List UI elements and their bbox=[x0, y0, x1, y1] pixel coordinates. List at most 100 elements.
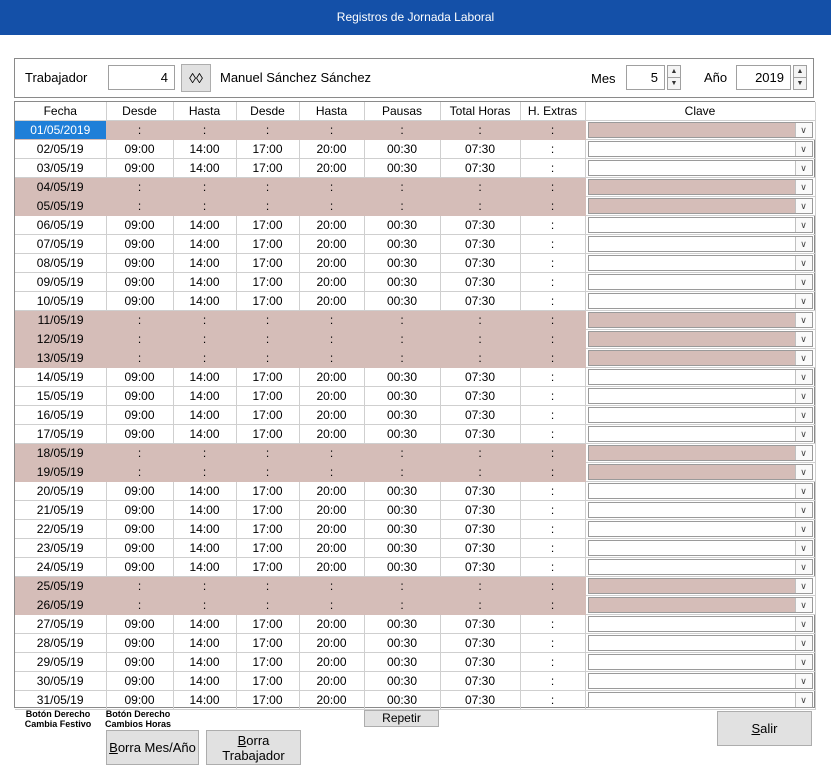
cell-desde-1[interactable]: 09:00 bbox=[106, 234, 174, 254]
cell-h-extras[interactable]: : bbox=[520, 443, 586, 463]
cell-total-horas[interactable]: 07:30 bbox=[440, 272, 521, 292]
cell-total-horas[interactable]: : bbox=[440, 196, 521, 216]
cell-desde-1[interactable]: 09:00 bbox=[106, 500, 174, 520]
cell-desde-2[interactable]: 17:00 bbox=[236, 139, 300, 159]
cell-hasta-1[interactable]: 14:00 bbox=[173, 500, 237, 520]
clave-dropdown[interactable]: ∨ bbox=[587, 615, 813, 632]
cell-h-extras[interactable]: : bbox=[520, 424, 586, 444]
month-field[interactable]: 5 bbox=[626, 65, 665, 90]
cell-clave[interactable]: ∨ bbox=[585, 462, 816, 482]
cell-h-extras[interactable]: : bbox=[520, 614, 586, 634]
chevron-down-icon[interactable]: ∨ bbox=[794, 350, 812, 365]
cell-hasta-1[interactable]: 14:00 bbox=[173, 272, 237, 292]
cell-desde-1[interactable]: : bbox=[106, 595, 174, 615]
clave-dropdown[interactable]: ∨ bbox=[587, 558, 813, 575]
borra-trabajador-button[interactable]: Borra Trabajador bbox=[206, 730, 301, 765]
chevron-down-icon[interactable]: ∨ bbox=[794, 673, 812, 688]
cell-hasta-2[interactable]: 20:00 bbox=[299, 253, 365, 273]
cell-total-horas[interactable]: 07:30 bbox=[440, 386, 521, 406]
spin-down-icon[interactable]: ▼ bbox=[668, 78, 680, 90]
clave-dropdown[interactable]: ∨ bbox=[587, 387, 813, 404]
chevron-down-icon[interactable]: ∨ bbox=[794, 540, 812, 555]
chevron-down-icon[interactable]: ∨ bbox=[794, 597, 812, 612]
cell-fecha[interactable]: 22/05/19 bbox=[15, 519, 107, 539]
cell-hasta-1[interactable]: 14:00 bbox=[173, 538, 237, 558]
cell-hasta-1[interactable]: 14:00 bbox=[173, 158, 237, 178]
cell-pausas[interactable]: 00:30 bbox=[364, 557, 441, 577]
cell-pausas[interactable]: : bbox=[364, 348, 441, 368]
cell-clave[interactable]: ∨ bbox=[585, 652, 816, 672]
cell-desde-1[interactable]: 09:00 bbox=[106, 519, 174, 539]
cell-total-horas[interactable]: 07:30 bbox=[440, 538, 521, 558]
clave-dropdown[interactable]: ∨ bbox=[587, 292, 813, 309]
cell-clave[interactable]: ∨ bbox=[585, 348, 816, 368]
borra-mes-ano-button[interactable]: Borra Mes/Año bbox=[106, 730, 199, 765]
chevron-down-icon[interactable]: ∨ bbox=[794, 160, 812, 175]
cell-fecha[interactable]: 11/05/19 bbox=[15, 310, 107, 330]
cell-hasta-2[interactable]: : bbox=[299, 576, 365, 596]
cell-clave[interactable]: ∨ bbox=[585, 576, 816, 596]
cell-fecha[interactable]: 12/05/19 bbox=[15, 329, 107, 349]
chevron-down-icon[interactable]: ∨ bbox=[794, 141, 812, 156]
cell-desde-2[interactable]: 17:00 bbox=[236, 538, 300, 558]
chevron-down-icon[interactable]: ∨ bbox=[794, 217, 812, 232]
cell-h-extras[interactable]: : bbox=[520, 500, 586, 520]
cell-pausas[interactable]: : bbox=[364, 576, 441, 596]
cell-fecha[interactable]: 13/05/19 bbox=[15, 348, 107, 368]
cell-desde-2[interactable]: 17:00 bbox=[236, 424, 300, 444]
cell-fecha[interactable]: 10/05/19 bbox=[15, 291, 107, 311]
chevron-down-icon[interactable]: ∨ bbox=[794, 274, 812, 289]
cell-hasta-1[interactable]: : bbox=[173, 443, 237, 463]
cell-hasta-2[interactable]: 20:00 bbox=[299, 158, 365, 178]
cell-pausas[interactable]: : bbox=[364, 595, 441, 615]
cell-desde-1[interactable]: 09:00 bbox=[106, 158, 174, 178]
chevron-down-icon[interactable]: ∨ bbox=[794, 236, 812, 251]
cell-total-horas[interactable]: 07:30 bbox=[440, 614, 521, 634]
table-row[interactable]: 12/05/19::::::: ∨ bbox=[15, 329, 816, 349]
cell-hasta-1[interactable]: 14:00 bbox=[173, 690, 237, 710]
cell-desde-2[interactable]: 17:00 bbox=[236, 614, 300, 634]
clave-dropdown[interactable]: ∨ bbox=[587, 539, 813, 556]
cell-h-extras[interactable]: : bbox=[520, 120, 586, 140]
cell-fecha[interactable]: 05/05/19 bbox=[15, 196, 107, 216]
clave-dropdown[interactable]: ∨ bbox=[587, 463, 813, 480]
clave-dropdown[interactable]: ∨ bbox=[587, 444, 813, 461]
table-row[interactable]: 31/05/19 09:00 14:00 17:00 20:00 00:30 07:30: ∨ bbox=[15, 690, 816, 710]
spin-down-icon[interactable]: ▼ bbox=[794, 78, 806, 90]
cell-pausas[interactable]: : bbox=[364, 443, 441, 463]
cell-pausas[interactable]: 00:30 bbox=[364, 500, 441, 520]
table-row[interactable]: 28/05/19 09:00 14:00 17:00 20:00 00:30 07:30: ∨ bbox=[15, 633, 816, 653]
cell-fecha[interactable]: 30/05/19 bbox=[15, 671, 107, 691]
cell-desde-1[interactable]: 09:00 bbox=[106, 367, 174, 387]
cell-hasta-1[interactable]: : bbox=[173, 310, 237, 330]
cell-pausas[interactable]: 00:30 bbox=[364, 481, 441, 501]
clave-dropdown[interactable]: ∨ bbox=[587, 159, 813, 176]
cell-total-horas[interactable]: : bbox=[440, 576, 521, 596]
cell-hasta-1[interactable]: 14:00 bbox=[173, 519, 237, 539]
cell-pausas[interactable]: 00:30 bbox=[364, 614, 441, 634]
cell-hasta-1[interactable]: 14:00 bbox=[173, 424, 237, 444]
cell-hasta-2[interactable]: : bbox=[299, 443, 365, 463]
cell-clave[interactable]: ∨ bbox=[585, 291, 816, 311]
cell-fecha[interactable]: 07/05/19 bbox=[15, 234, 107, 254]
clave-dropdown[interactable]: ∨ bbox=[587, 577, 813, 594]
cell-hasta-1[interactable]: 14:00 bbox=[173, 633, 237, 653]
cell-h-extras[interactable]: : bbox=[520, 576, 586, 596]
cell-total-horas[interactable]: 07:30 bbox=[440, 481, 521, 501]
table-row[interactable]: 23/05/19 09:00 14:00 17:00 20:00 00:30 07:30: ∨ bbox=[15, 538, 816, 558]
clave-dropdown[interactable]: ∨ bbox=[587, 368, 813, 385]
cell-clave[interactable]: ∨ bbox=[585, 272, 816, 292]
cell-hasta-2[interactable]: 20:00 bbox=[299, 386, 365, 406]
chevron-down-icon[interactable]: ∨ bbox=[794, 483, 812, 498]
cell-h-extras[interactable]: : bbox=[520, 310, 586, 330]
cell-desde-2[interactable]: : bbox=[236, 576, 300, 596]
cell-hasta-2[interactable]: 20:00 bbox=[299, 139, 365, 159]
cell-clave[interactable]: ∨ bbox=[585, 120, 816, 140]
cell-clave[interactable]: ∨ bbox=[585, 519, 816, 539]
cell-hasta-2[interactable]: 20:00 bbox=[299, 234, 365, 254]
cell-h-extras[interactable]: : bbox=[520, 481, 586, 501]
cell-hasta-2[interactable]: 20:00 bbox=[299, 633, 365, 653]
cell-fecha[interactable]: 14/05/19 bbox=[15, 367, 107, 387]
clave-dropdown[interactable]: ∨ bbox=[587, 482, 813, 499]
clave-dropdown[interactable]: ∨ bbox=[587, 653, 813, 670]
